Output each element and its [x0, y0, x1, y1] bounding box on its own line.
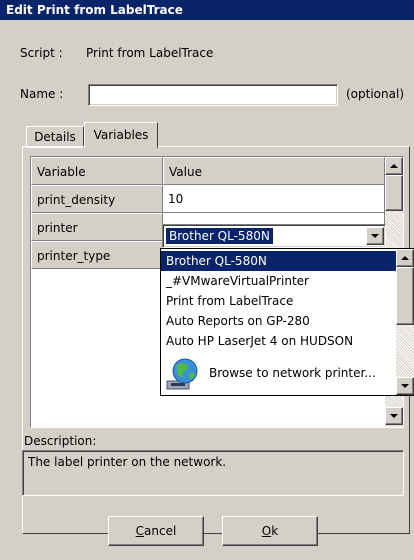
network-globe-icon: [166, 358, 198, 390]
grid-header-variable[interactable]: Variable: [31, 157, 163, 185]
dropdown-scrollbar[interactable]: [396, 249, 414, 395]
name-label: Name :: [20, 87, 64, 101]
script-value: Print from LabelTrace: [86, 46, 214, 60]
name-input[interactable]: [88, 84, 338, 106]
printer-dropdown-list: Brother QL-580N _#VMwareVirtualPrinter P…: [160, 248, 414, 396]
grid-header-value[interactable]: Value: [163, 157, 385, 185]
dropdown-option[interactable]: _#VMwareVirtualPrinter: [161, 271, 396, 291]
window-title: Edit Print from LabelTrace: [0, 0, 414, 20]
printer-combobox-value: Brother QL-580N: [166, 228, 273, 244]
dropdown-option[interactable]: Auto Reports on GP-280: [161, 311, 396, 331]
dropdown-option[interactable]: Print from LabelTrace: [161, 291, 396, 311]
dropdown-option[interactable]: Brother QL-580N: [161, 251, 396, 271]
dropdown-scroll-thumb[interactable]: [396, 267, 414, 325]
ok-button[interactable]: Ok: [222, 516, 318, 546]
grid-scroll-down-icon[interactable]: [385, 407, 403, 425]
description-text: The label printer on the network.: [28, 455, 227, 469]
name-optional-hint: (optional): [346, 87, 404, 101]
cancel-button[interactable]: Cancel: [108, 516, 204, 546]
description-label: Description:: [24, 434, 97, 448]
grid-scroll-up-icon[interactable]: [385, 157, 403, 175]
tab-details[interactable]: Details: [26, 126, 84, 148]
dropdown-scroll-up-icon[interactable]: [396, 249, 414, 267]
grid-scroll-thumb[interactable]: [385, 175, 403, 211]
browse-network-label: Browse to network printer...: [209, 366, 376, 380]
dropdown-arrow-icon[interactable]: [366, 227, 384, 245]
grid-variable-print-density[interactable]: print_density: [31, 185, 163, 213]
tab-variables[interactable]: Variables: [84, 122, 158, 148]
description-box: The label printer on the network.: [22, 450, 404, 496]
grid-value-print-density[interactable]: 10: [163, 185, 385, 213]
script-label: Script :: [20, 46, 63, 60]
dropdown-scroll-down-icon[interactable]: [396, 377, 414, 395]
printer-combobox[interactable]: Brother QL-580N: [162, 224, 386, 248]
grid-variable-printer-type[interactable]: printer_type: [31, 241, 163, 269]
grid-variable-printer[interactable]: printer: [31, 213, 163, 241]
dropdown-option[interactable]: Auto HP LaserJet 4 on HUDSON: [161, 331, 396, 351]
dropdown-option-browse[interactable]: Browse to network printer...: [161, 355, 396, 391]
